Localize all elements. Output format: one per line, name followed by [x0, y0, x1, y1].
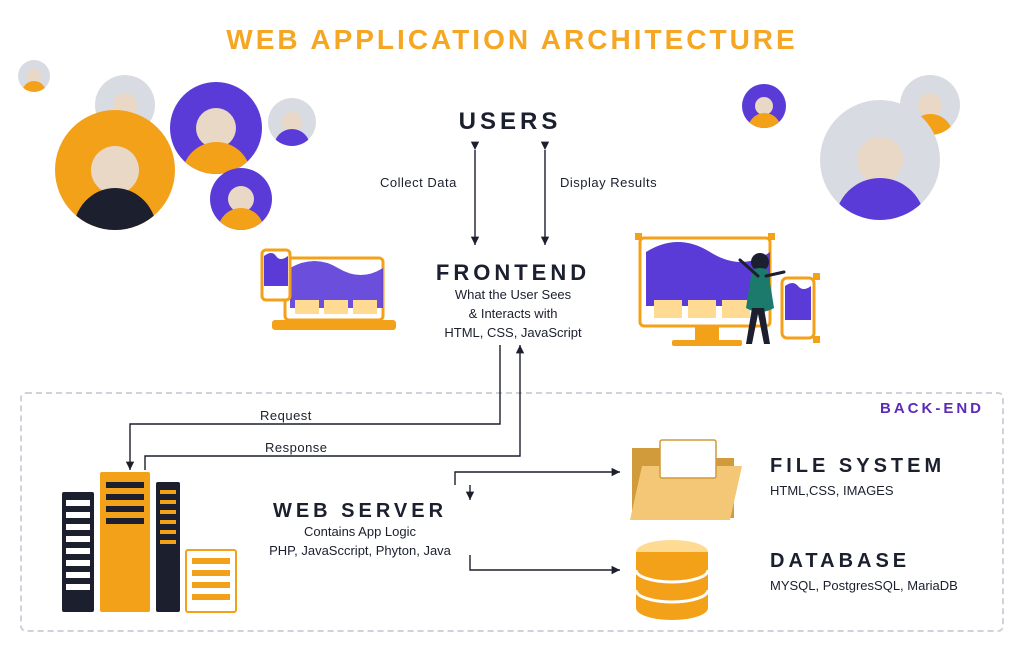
webserver-desc-line: PHP, JavaSccript, Phyton, Java	[269, 543, 451, 558]
frontend-label: FRONTEND	[398, 260, 628, 286]
avatar-icon	[55, 110, 175, 230]
frontend-desc-line: & Interacts with	[469, 306, 558, 321]
response-label: Response	[265, 440, 328, 455]
filesystem-desc: HTML,CSS, IMAGES	[770, 478, 1000, 501]
backend-container	[20, 392, 1004, 632]
filesystem-label: FILE SYSTEM	[770, 455, 1000, 478]
display-results-label: Display Results	[560, 175, 657, 190]
avatar-icon	[210, 168, 272, 230]
frontend-desc: What the User Sees & Interacts with HTML…	[398, 286, 628, 343]
devices-icon	[262, 250, 396, 330]
frontend-desc-line: HTML, CSS, JavaScript	[444, 325, 581, 340]
collect-data-label: Collect Data	[380, 175, 457, 190]
webserver-label: WEB SERVER	[230, 500, 490, 523]
webserver-desc-line: Contains App Logic	[304, 524, 416, 539]
avatar-icon	[170, 82, 262, 174]
diagram-title: WEB APPLICATION ARCHITECTURE	[0, 24, 1024, 56]
avatar-icon	[268, 98, 316, 146]
database-desc: MYSQL, PostgresSQL, MariaDB	[770, 573, 1000, 596]
frontend-desc-line: What the User Sees	[455, 287, 571, 302]
monitor-person-icon	[635, 233, 820, 346]
database-label: DATABASE	[770, 550, 1000, 573]
request-label: Request	[260, 408, 312, 423]
users-label: USERS	[430, 108, 590, 136]
avatar-icon	[18, 60, 50, 92]
avatar-icon	[742, 84, 786, 128]
backend-label: BACK-END	[880, 400, 984, 417]
webserver-desc: Contains App Logic PHP, JavaSccript, Phy…	[230, 523, 490, 561]
avatar-icon	[820, 100, 940, 220]
